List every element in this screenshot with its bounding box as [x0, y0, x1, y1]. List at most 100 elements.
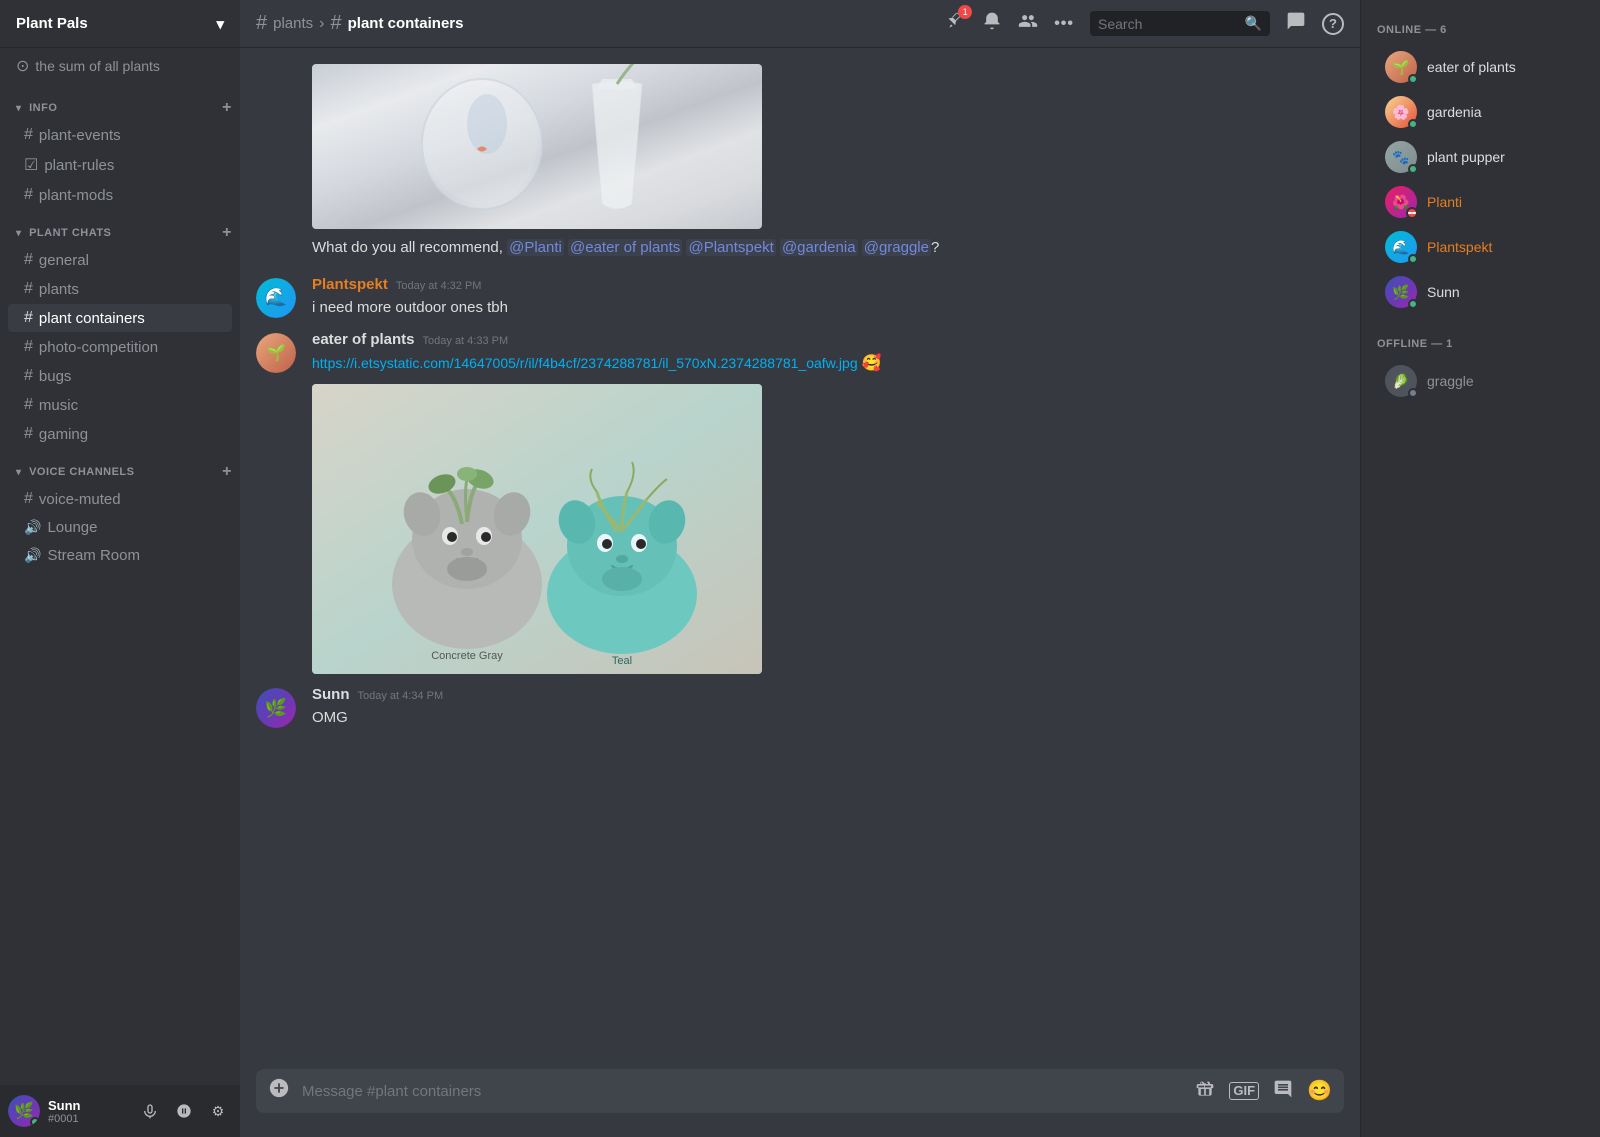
- notification-bell-icon[interactable]: [982, 11, 1002, 36]
- offline-members-title: OFFLINE — 1: [1361, 330, 1600, 358]
- channel-item-general[interactable]: # general: [8, 246, 232, 274]
- channel-name-music: music: [39, 397, 78, 414]
- message-content-sunn: Sunn Today at 4:34 PM OMG: [312, 686, 1344, 730]
- message-timestamp-eater: Today at 4:33 PM: [423, 335, 509, 347]
- channel-item-photo-competition[interactable]: # photo-competition: [8, 333, 232, 361]
- server-dropdown-icon[interactable]: ▾: [216, 15, 224, 33]
- messages-container: What do you all recommend, @Planti @eate…: [240, 48, 1360, 1069]
- hash-icon: #: [24, 280, 33, 298]
- current-channel-name: plant containers: [348, 15, 464, 32]
- status-dot-online: [1408, 164, 1418, 174]
- channel-item-bugs[interactable]: # bugs: [8, 362, 232, 390]
- search-input[interactable]: [1098, 16, 1245, 32]
- deafen-button[interactable]: [170, 1097, 198, 1125]
- plantspekt-avatar[interactable]: 🌊: [256, 278, 296, 318]
- members-list-icon[interactable]: [1018, 11, 1038, 36]
- channel-item-lounge[interactable]: 🔊 Lounge: [8, 514, 232, 541]
- gif-button[interactable]: GIF: [1229, 1082, 1259, 1100]
- message-content-plantspekt: Plantspekt Today at 4:32 PM i need more …: [312, 276, 1344, 320]
- member-avatar-eater: 🌱: [1385, 51, 1417, 83]
- section-voice-channels-add-button[interactable]: +: [222, 464, 232, 480]
- more-options-icon[interactable]: •••: [1054, 15, 1074, 33]
- member-item-plant-pupper[interactable]: 🐾 plant pupper: [1369, 135, 1592, 179]
- image-link[interactable]: https://i.etsystatic.com/14647005/r/il/f…: [312, 355, 858, 371]
- channel-item-voice-muted[interactable]: # voice-muted: [8, 485, 232, 513]
- chevron-down-icon: ▾: [16, 467, 22, 478]
- member-avatar-planti: 🌺: [1385, 186, 1417, 218]
- mute-button[interactable]: [136, 1097, 164, 1125]
- channel-name-lounge: Lounge: [47, 519, 97, 536]
- eater-avatar[interactable]: 🌱: [256, 333, 296, 373]
- member-name-plantspekt: Plantspekt: [1427, 239, 1492, 255]
- section-info-add-button[interactable]: +: [222, 100, 232, 116]
- pinned-icon[interactable]: 1: [946, 11, 966, 36]
- status-dot-online: [1408, 299, 1418, 309]
- member-item-sunn[interactable]: 🌿 Sunn: [1369, 270, 1592, 314]
- message-input[interactable]: [302, 1072, 1187, 1111]
- inbox-icon[interactable]: [1286, 11, 1306, 36]
- hash-icon: #: [24, 338, 33, 356]
- user-info: Sunn #0001: [48, 1098, 136, 1125]
- search-bar[interactable]: 🔍: [1090, 11, 1270, 36]
- avatar-circle: 🌊: [256, 278, 296, 318]
- help-icon[interactable]: ?: [1322, 13, 1344, 35]
- member-item-planti[interactable]: 🌺 Planti: [1369, 180, 1592, 224]
- mention-gardenia[interactable]: @gardenia: [780, 239, 858, 256]
- member-item-graggle[interactable]: 🥬 graggle: [1369, 359, 1592, 403]
- channel-item-plants[interactable]: # plants: [8, 275, 232, 303]
- avatar-circle-eater: 🌱: [256, 333, 296, 373]
- emoji-button[interactable]: 😊: [1307, 1081, 1332, 1101]
- mention-eater-of-plants[interactable]: @eater of plants: [568, 239, 682, 256]
- member-item-plantspekt[interactable]: 🌊 Plantspekt: [1369, 225, 1592, 269]
- server-name: Plant Pals: [16, 15, 88, 32]
- message-header-plantspekt: Plantspekt Today at 4:32 PM: [312, 276, 1344, 293]
- member-avatar-plant-pupper: 🐾: [1385, 141, 1417, 173]
- section-plant-chats-add-button[interactable]: +: [222, 225, 232, 241]
- parent-channel[interactable]: plants: [273, 15, 313, 32]
- server-header[interactable]: Plant Pals ▾: [0, 0, 240, 48]
- message-add-button[interactable]: [268, 1077, 290, 1105]
- server-info-item[interactable]: ⊙ the sum of all plants: [0, 48, 240, 84]
- hash-icon: #: [24, 126, 33, 144]
- section-voice-channels-title: VOICE CHANNELS: [29, 466, 134, 478]
- section-voice-channels-header[interactable]: ▾ VOICE CHANNELS +: [0, 460, 240, 484]
- mention-plantspekt[interactable]: @Plantspekt: [686, 239, 775, 256]
- sticker-button[interactable]: [1273, 1079, 1293, 1104]
- channel-name-plant-events: plant-events: [39, 127, 121, 144]
- message-author-plantspekt[interactable]: Plantspekt: [312, 276, 388, 293]
- section-voice-channels: ▾ VOICE CHANNELS + # voice-muted 🔊 Loung…: [0, 460, 240, 569]
- speaker-icon: 🔊: [24, 519, 41, 536]
- message-text-sunn: OMG: [312, 707, 1344, 730]
- gift-button[interactable]: [1195, 1079, 1215, 1104]
- channel-item-plant-rules[interactable]: ☑ plant-rules: [8, 150, 232, 180]
- user-area: 🌿 Sunn #0001 ⚙: [0, 1085, 240, 1137]
- member-avatar-sunn: 🌿: [1385, 276, 1417, 308]
- message-group-prev: What do you all recommend, @Planti @eate…: [240, 64, 1360, 268]
- online-members-section: ONLINE — 6 🌱 eater of plants 🌸 gardenia …: [1361, 16, 1600, 314]
- message-header-eater: eater of plants Today at 4:33 PM: [312, 331, 1344, 348]
- section-info: ▾ INFO + # plant-events ☑ plant-rules # …: [0, 96, 240, 209]
- sunn-avatar[interactable]: 🌿: [256, 688, 296, 728]
- channel-item-music[interactable]: # music: [8, 391, 232, 419]
- message-author-eater[interactable]: eater of plants: [312, 331, 415, 348]
- input-actions: GIF 😊: [1195, 1079, 1332, 1104]
- section-plant-chats-header[interactable]: ▾ PLANT CHATS +: [0, 221, 240, 245]
- message-timestamp-sunn: Today at 4:34 PM: [358, 690, 444, 702]
- mention-graggle[interactable]: @graggle: [862, 239, 931, 256]
- member-item-gardenia[interactable]: 🌸 gardenia: [1369, 90, 1592, 134]
- message-author-sunn[interactable]: Sunn: [312, 686, 350, 703]
- breadcrumb-separator: ›: [319, 15, 324, 33]
- channel-item-plant-containers[interactable]: # plant containers: [8, 304, 232, 332]
- channel-name-stream-room: Stream Room: [47, 547, 140, 564]
- channel-item-gaming[interactable]: # gaming: [8, 420, 232, 448]
- mention-planti[interactable]: @Planti: [507, 239, 564, 256]
- settings-button[interactable]: ⚙: [204, 1097, 232, 1125]
- channel-name-general: general: [39, 252, 89, 269]
- channel-item-stream-room[interactable]: 🔊 Stream Room: [8, 542, 232, 569]
- member-avatar-graggle: 🥬: [1385, 365, 1417, 397]
- member-item-eater-of-plants[interactable]: 🌱 eater of plants: [1369, 45, 1592, 89]
- user-status-dot: [30, 1117, 40, 1127]
- channel-item-plant-events[interactable]: # plant-events: [8, 121, 232, 149]
- channel-item-plant-mods[interactable]: # plant-mods: [8, 181, 232, 209]
- section-info-header[interactable]: ▾ INFO +: [0, 96, 240, 120]
